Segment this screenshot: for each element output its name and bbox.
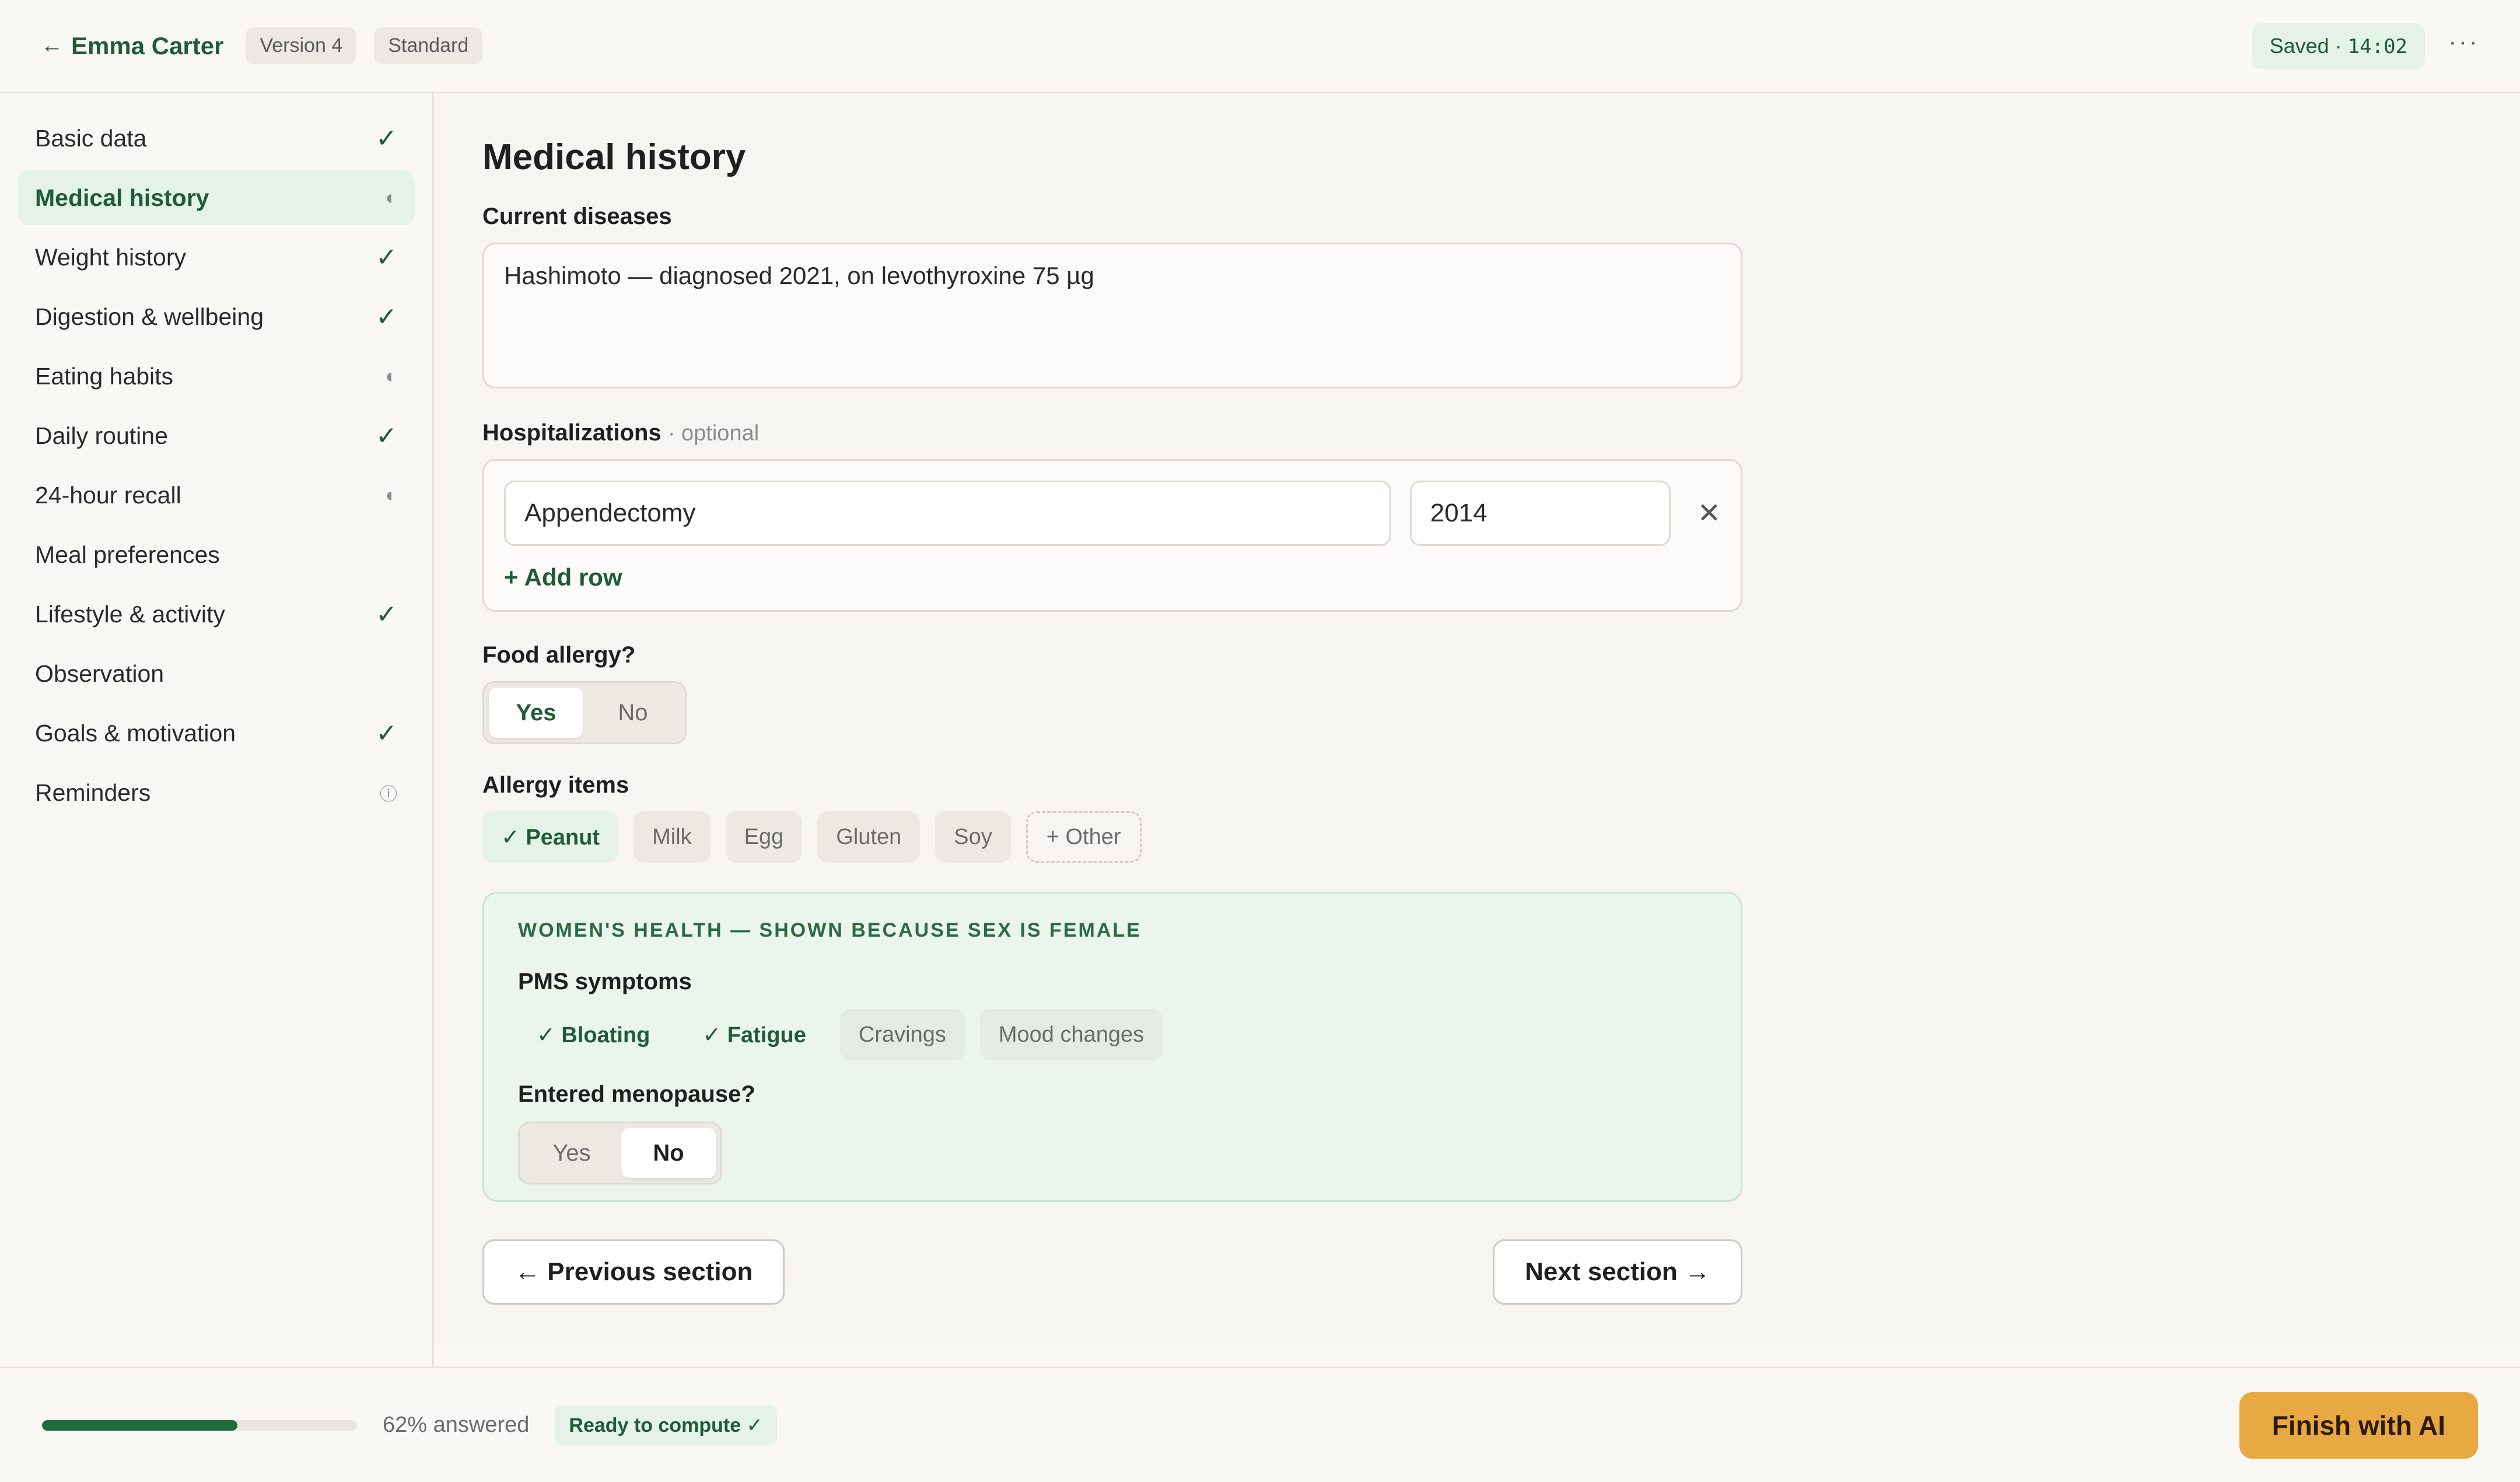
menopause-toggle: Yes No	[518, 1122, 722, 1185]
pms-symptoms-label: PMS symptoms	[518, 969, 692, 994]
sidebar-item-label: Daily routine	[35, 422, 168, 449]
food-allergy-no-option[interactable]: No	[586, 688, 680, 738]
sidebar-item-reminders[interactable]: Reminders ⓘ	[18, 765, 415, 820]
allergy-chip-egg[interactable]: Egg	[725, 811, 803, 863]
sidebar-item-goals-motivation[interactable]: Goals & motivation ✓	[18, 706, 415, 761]
check-icon: ✓	[376, 421, 397, 450]
sidebar-item-label: 24-hour recall	[35, 481, 181, 509]
sidebar-item-label: Meal preferences	[35, 541, 220, 568]
pms-chip-mood-changes[interactable]: Mood changes	[979, 1009, 1163, 1060]
allergy-chip-soy[interactable]: Soy	[935, 811, 1011, 863]
sidebar-item-24-hour-recall[interactable]: 24-hour recall ◐	[18, 468, 415, 523]
menopause-label: Entered menopause?	[518, 1081, 755, 1107]
sidebar-item-basic-data[interactable]: Basic data ✓	[18, 111, 415, 166]
sidebar-item-label: Digestion & wellbeing	[35, 303, 264, 330]
sidebar-item-digestion-wellbeing[interactable]: Digestion & wellbeing ✓	[18, 289, 415, 344]
add-row-button[interactable]: + Add row	[504, 563, 1721, 591]
sidebar-item-lifestyle-activity[interactable]: Lifestyle & activity ✓	[18, 587, 415, 642]
half-circle-icon: ◐	[385, 484, 397, 506]
food-allergy-yes-option[interactable]: Yes	[489, 688, 583, 738]
page-title: Medical history	[482, 137, 746, 177]
pms-chip-bloating[interactable]: ✓ Bloating	[518, 1009, 668, 1060]
check-icon: ✓	[376, 600, 397, 629]
food-allergy-label: Food allergy?	[482, 642, 636, 668]
hospitalizations-box: Appendectomy 2014 ✕ + Add row	[482, 459, 1742, 612]
current-diseases-label: Current diseases	[482, 204, 672, 229]
saved-label: Saved ·	[2269, 33, 2342, 58]
check-icon: ✓	[376, 719, 397, 748]
sidebar-item-label: Eating habits	[35, 362, 174, 390]
main-content: Medical history Current diseases Hashimo…	[436, 93, 2520, 1344]
arrow-left-icon: ←	[41, 33, 63, 58]
sidebar-item-observation[interactable]: Observation	[18, 646, 415, 701]
food-allergy-toggle: Yes No	[482, 681, 687, 744]
check-icon: ✓	[376, 243, 397, 272]
close-icon[interactable]: ✕	[1698, 497, 1721, 530]
check-icon: ✓	[376, 302, 397, 331]
pms-chip-fatigue[interactable]: ✓ Fatigue	[684, 1009, 825, 1060]
progress-bar-fill	[42, 1420, 237, 1431]
sidebar-item-label: Lifestyle & activity	[35, 600, 225, 628]
top-header: ← Emma Carter Version 4 Standard Saved ·…	[0, 0, 2520, 93]
womens-health-panel: WOMEN'S HEALTH — SHOWN BECAUSE SEX IS FE…	[482, 892, 1742, 1202]
previous-section-button[interactable]: ← Previous section	[482, 1239, 785, 1305]
sidebar-item-label: Medical history	[35, 184, 209, 211]
allergy-chip-other[interactable]: + Other	[1026, 811, 1142, 863]
finish-with-ai-button[interactable]: Finish with AI	[2239, 1392, 2478, 1459]
sidebar-item-label: Reminders	[35, 779, 151, 806]
allergy-items-label: Allergy items	[482, 772, 629, 798]
pms-chip-cravings[interactable]: Cravings	[839, 1009, 965, 1060]
womens-health-title: WOMEN'S HEALTH — SHOWN BECAUSE SEX IS FE…	[518, 919, 1142, 941]
allergy-chip-milk[interactable]: Milk	[634, 811, 710, 863]
hospitalizations-label-text: Hospitalizations	[482, 420, 662, 446]
saved-time: 14:02	[2347, 34, 2408, 58]
bottom-footer: 62% answered Ready to compute ✓ Finish w…	[0, 1367, 2520, 1482]
ready-status-badge: Ready to compute ✓	[555, 1405, 778, 1445]
saved-status-badge: Saved · 14:02	[2252, 23, 2426, 69]
allergy-items-group: ✓ Peanut Milk Egg Gluten Soy + Other	[482, 811, 1742, 863]
optional-hint: · optional	[667, 421, 760, 446]
progress-bar	[42, 1420, 357, 1431]
sidebar-item-label: Weight history	[35, 243, 187, 271]
sidebar-item-medical-history[interactable]: Medical history ◐	[18, 170, 415, 225]
info-icon: ⓘ	[380, 785, 397, 804]
hospitalization-row: Appendectomy 2014 ✕	[504, 481, 1721, 546]
back-to-client-link[interactable]: ← Emma Carter	[41, 32, 223, 60]
current-diseases-textarea[interactable]: Hashimoto — diagnosed 2021, on levothyro…	[482, 243, 1742, 388]
hospitalization-name-input[interactable]: Appendectomy	[504, 481, 1391, 546]
half-circle-icon: ◐	[385, 186, 397, 209]
next-section-button[interactable]: Next section →	[1493, 1239, 1742, 1305]
sidebar-item-label: Goals & motivation	[35, 719, 236, 747]
section-sidebar: Basic data ✓ Medical history ◐ Weight hi…	[0, 93, 434, 1368]
progress-text: 62% answered	[383, 1413, 530, 1437]
sidebar-item-weight-history[interactable]: Weight history ✓	[18, 230, 415, 285]
more-options-icon[interactable]: ···	[2448, 27, 2479, 65]
sidebar-item-meal-preferences[interactable]: Meal preferences	[18, 527, 415, 582]
sidebar-item-label: Basic data	[35, 124, 147, 152]
plan-chip: Standard	[374, 27, 483, 64]
sidebar-item-daily-routine[interactable]: Daily routine ✓	[18, 408, 415, 463]
section-navigation: ← Previous section Next section →	[482, 1239, 1742, 1305]
version-chip: Version 4	[246, 27, 357, 64]
client-name: Emma Carter	[71, 31, 224, 59]
menopause-yes-option[interactable]: Yes	[524, 1128, 619, 1178]
hospitalizations-label: Hospitalizations · optional	[482, 420, 1742, 446]
pms-symptoms-group: ✓ Bloating ✓ Fatigue Cravings Mood chang…	[518, 1009, 1707, 1060]
check-icon: ✓	[376, 124, 397, 153]
sidebar-item-label: Observation	[35, 660, 164, 687]
menopause-no-option[interactable]: No	[621, 1128, 716, 1178]
allergy-chip-peanut[interactable]: ✓ Peanut	[482, 811, 619, 863]
half-circle-icon: ◐	[385, 365, 397, 387]
allergy-chip-gluten[interactable]: Gluten	[817, 811, 921, 863]
sidebar-item-eating-habits[interactable]: Eating habits ◐	[18, 349, 415, 404]
hospitalization-year-input[interactable]: 2014	[1409, 481, 1671, 546]
